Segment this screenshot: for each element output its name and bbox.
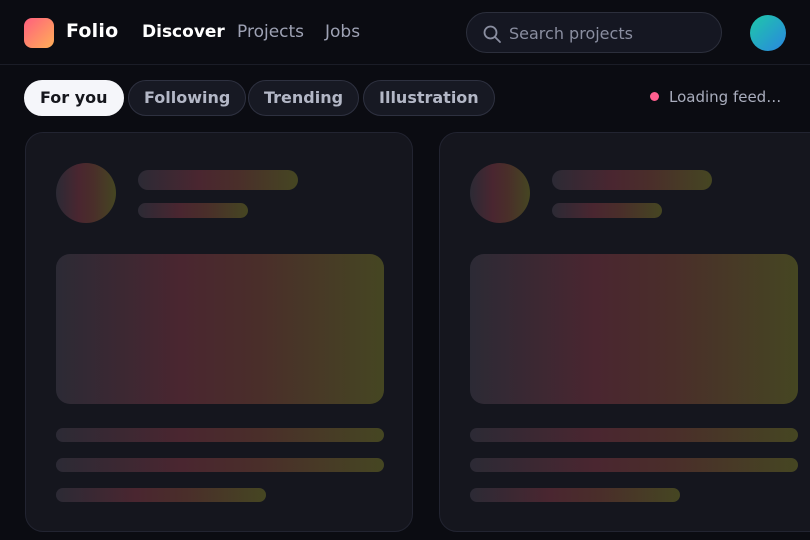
app-name[interactable]: Folio <box>66 20 118 42</box>
skeleton-text-line <box>470 458 798 472</box>
skeleton-subtitle-line <box>552 203 662 218</box>
filter-chip-following[interactable]: Following <box>128 80 247 116</box>
filter-chip-illustration[interactable]: Illustration <box>363 80 495 116</box>
nav-projects[interactable]: Projects <box>237 22 304 42</box>
logo-icon[interactable] <box>24 18 54 48</box>
search-box[interactable] <box>466 12 722 54</box>
skeleton-text-line <box>470 428 798 442</box>
skeleton-subtitle-line <box>138 203 248 218</box>
filter-chip-trending[interactable]: Trending <box>248 80 360 116</box>
search-input[interactable] <box>507 13 716 54</box>
skeleton-card <box>25 132 413 532</box>
skeleton-text-line <box>56 428 384 442</box>
skeleton-text-line <box>56 488 266 502</box>
status-text: Loading feed… <box>669 88 782 106</box>
app-root: Folio Discover Projects Jobs For you Fol… <box>0 0 810 540</box>
skeleton-media <box>470 254 798 404</box>
loading-status: Loading feed… <box>650 88 781 106</box>
skeleton-avatar <box>470 163 530 223</box>
nav-discover[interactable]: Discover <box>142 22 225 42</box>
skeleton-title-line <box>138 170 298 190</box>
status-dot <box>650 92 659 101</box>
skeleton-text-line <box>470 488 680 502</box>
skeleton-card <box>439 132 810 532</box>
avatar[interactable] <box>750 15 786 51</box>
filter-chip-for-you[interactable]: For you <box>24 80 124 116</box>
search-icon <box>483 25 501 43</box>
skeleton-avatar <box>56 163 116 223</box>
nav-jobs[interactable]: Jobs <box>325 22 360 42</box>
skeleton-title-line <box>552 170 712 190</box>
skeleton-text-line <box>56 458 384 472</box>
top-bar: Folio Discover Projects Jobs <box>0 0 810 65</box>
skeleton-media <box>56 254 384 404</box>
